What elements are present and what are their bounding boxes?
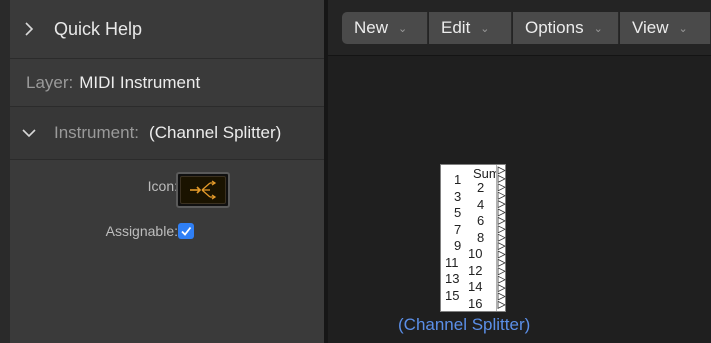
chevron-down-icon: ⌄ <box>480 22 490 35</box>
layer-value: MIDI Instrument <box>79 72 201 92</box>
output-port-triangle[interactable] <box>497 233 506 242</box>
new-menu-label: New <box>354 18 389 37</box>
output-port-triangle[interactable] <box>497 292 506 301</box>
output-port-triangle[interactable] <box>497 275 506 284</box>
output-port-triangle[interactable] <box>497 283 506 293</box>
view-menu-label: View <box>632 18 669 37</box>
options-menu-label: Options <box>525 18 584 37</box>
left-edge-strip <box>0 0 10 343</box>
splitter-channel-11: 11 <box>445 254 459 270</box>
quick-help-header[interactable]: Quick Help <box>10 0 324 58</box>
splitter-channel-8: 8 <box>477 229 485 245</box>
splitter-channel-12: 12 <box>468 262 483 278</box>
channel-splitter-name[interactable]: (Channel Splitter) <box>398 315 530 335</box>
splitter-channel-5: 5 <box>454 205 462 220</box>
splitter-channel-15: 15 <box>445 287 460 303</box>
output-port-triangle[interactable] <box>497 241 506 251</box>
new-menu-button[interactable]: New ⌄ <box>342 12 428 44</box>
splitter-channel-6: 6 <box>477 213 485 228</box>
chevron-down-icon[interactable] <box>22 126 36 140</box>
chevron-right-icon[interactable] <box>22 22 36 36</box>
chevron-down-icon: ⌄ <box>678 22 688 35</box>
view-menu-button[interactable]: View ⌄ <box>620 12 711 44</box>
splitter-channel-9: 9 <box>454 238 462 253</box>
splitter-channel-10: 10 <box>468 246 483 261</box>
edit-menu-button[interactable]: Edit ⌄ <box>429 12 512 44</box>
quick-help-label: Quick Help <box>54 18 143 39</box>
splitter-channel-1: 1 <box>454 172 462 187</box>
edit-menu-label: Edit <box>441 18 471 37</box>
instrument-value: (Channel Splitter) <box>149 123 282 142</box>
environment-menubar: New ⌄ Edit ⌄ Options ⌄ View ⌄ <box>328 0 711 56</box>
output-ports[interactable] <box>496 165 506 311</box>
layer-row: Layer: MIDI Instrument <box>10 58 324 106</box>
channel-splitter-object[interactable]: Sum 1 3 5 7 9 11 13 15 2 4 6 8 10 12 14 16 <box>440 164 506 312</box>
chevron-down-icon: ⌄ <box>398 22 408 35</box>
splitter-channel-3: 3 <box>454 188 462 204</box>
instrument-header[interactable]: Instrument: (Channel Splitter) <box>10 106 324 160</box>
output-port-triangle[interactable] <box>497 225 506 234</box>
output-port-triangle[interactable] <box>497 199 506 209</box>
instrument-key: Instrument: <box>54 123 140 142</box>
output-port-triangle[interactable] <box>497 250 506 259</box>
output-port-triangle[interactable] <box>497 216 506 226</box>
splitter-channel-13: 13 <box>445 271 460 286</box>
splitter-icon <box>180 176 226 204</box>
inspector-panel: Quick Help Layer: MIDI Instrument Instru… <box>10 0 324 343</box>
output-port-triangle[interactable] <box>497 258 506 268</box>
splitter-channel-7: 7 <box>454 221 462 237</box>
output-port-triangle[interactable] <box>497 191 506 200</box>
splitter-channel-16: 16 <box>468 295 483 311</box>
splitter-channel-14: 14 <box>468 279 483 294</box>
checkmark-icon <box>181 226 192 236</box>
splitter-channel-2: 2 <box>477 180 485 195</box>
splitter-channel-4: 4 <box>477 196 485 212</box>
assignable-checkbox[interactable] <box>178 223 194 239</box>
icon-picker-button[interactable] <box>176 172 230 208</box>
output-port-triangle[interactable] <box>497 183 506 192</box>
options-menu-button[interactable]: Options ⌄ <box>513 12 619 44</box>
output-port-triangle[interactable] <box>497 208 506 217</box>
output-port-triangle[interactable] <box>497 174 506 184</box>
output-port-triangle[interactable] <box>497 267 506 276</box>
layer-key: Layer: <box>26 72 74 92</box>
output-port-triangle[interactable] <box>497 300 506 310</box>
icon-label: Icon: <box>147 178 178 194</box>
chevron-down-icon: ⌄ <box>593 22 603 35</box>
environment-workspace[interactable]: New ⌄ Edit ⌄ Options ⌄ View ⌄ Sum 135791… <box>328 0 711 343</box>
output-port-triangle[interactable] <box>497 166 506 175</box>
assignable-label: Assignable: <box>105 223 178 239</box>
